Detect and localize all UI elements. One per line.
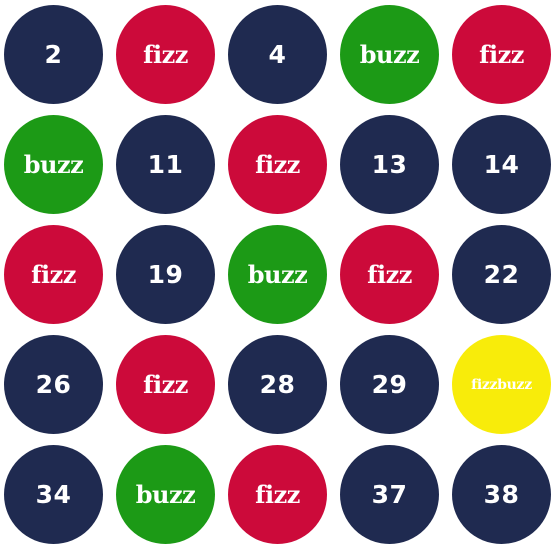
tile-number[interactable]: 29 bbox=[340, 335, 439, 434]
tile-label: fizz bbox=[143, 369, 188, 399]
tile-label: fizz bbox=[31, 259, 76, 289]
tile-label: 29 bbox=[371, 370, 408, 399]
tile-buzz[interactable]: buzz bbox=[4, 115, 103, 214]
tile-label: buzz bbox=[247, 259, 308, 289]
tile-fizz[interactable]: fizz bbox=[116, 5, 215, 104]
tile-fizz[interactable]: fizz bbox=[228, 115, 327, 214]
tile-label: 34 bbox=[35, 480, 72, 509]
tile-number[interactable]: 11 bbox=[116, 115, 215, 214]
tile-label: fizz bbox=[255, 149, 300, 179]
fizzbuzz-board: 2 fizz 4 buzz fizz buzz 11 fizz 13 14 fizz 19 buzz fi… bbox=[4, 5, 551, 548]
tile-label: fizz bbox=[479, 39, 524, 69]
tile-label: fizz bbox=[255, 479, 300, 509]
tile-fizzbuzz[interactable]: fizzbuzz bbox=[452, 335, 551, 434]
tile-fizz[interactable]: fizz bbox=[452, 5, 551, 104]
tile-buzz[interactable]: buzz bbox=[228, 225, 327, 324]
tile-label: fizz bbox=[367, 259, 412, 289]
tile-label: buzz bbox=[135, 479, 196, 509]
tile-number[interactable]: 28 bbox=[228, 335, 327, 434]
tile-fizz[interactable]: fizz bbox=[228, 445, 327, 544]
tile-number[interactable]: 2 bbox=[4, 5, 103, 104]
tile-label: 28 bbox=[259, 370, 296, 399]
tile-label: 11 bbox=[147, 150, 184, 179]
tile-buzz[interactable]: buzz bbox=[340, 5, 439, 104]
tile-fizz[interactable]: fizz bbox=[340, 225, 439, 324]
tile-number[interactable]: 4 bbox=[228, 5, 327, 104]
tile-number[interactable]: 13 bbox=[340, 115, 439, 214]
tile-label: fizzbuzz bbox=[471, 376, 532, 393]
tile-fizz[interactable]: fizz bbox=[4, 225, 103, 324]
tile-label: 13 bbox=[371, 150, 408, 179]
tile-label: 38 bbox=[483, 480, 520, 509]
tile-label: 4 bbox=[268, 40, 287, 69]
tile-label: buzz bbox=[23, 149, 84, 179]
tile-number[interactable]: 22 bbox=[452, 225, 551, 324]
tile-number[interactable]: 37 bbox=[340, 445, 439, 544]
tile-number[interactable]: 26 bbox=[4, 335, 103, 434]
tile-label: 19 bbox=[147, 260, 184, 289]
tile-buzz[interactable]: buzz bbox=[116, 445, 215, 544]
tile-label: 37 bbox=[371, 480, 408, 509]
tile-label: 2 bbox=[44, 40, 63, 69]
tile-label: 26 bbox=[35, 370, 72, 399]
tile-label: fizz bbox=[143, 39, 188, 69]
tile-number[interactable]: 38 bbox=[452, 445, 551, 544]
tile-label: 22 bbox=[483, 260, 520, 289]
tile-label: buzz bbox=[359, 39, 420, 69]
tile-fizz[interactable]: fizz bbox=[116, 335, 215, 434]
tile-number[interactable]: 14 bbox=[452, 115, 551, 214]
tile-number[interactable]: 19 bbox=[116, 225, 215, 324]
tile-number[interactable]: 34 bbox=[4, 445, 103, 544]
tile-label: 14 bbox=[483, 150, 520, 179]
